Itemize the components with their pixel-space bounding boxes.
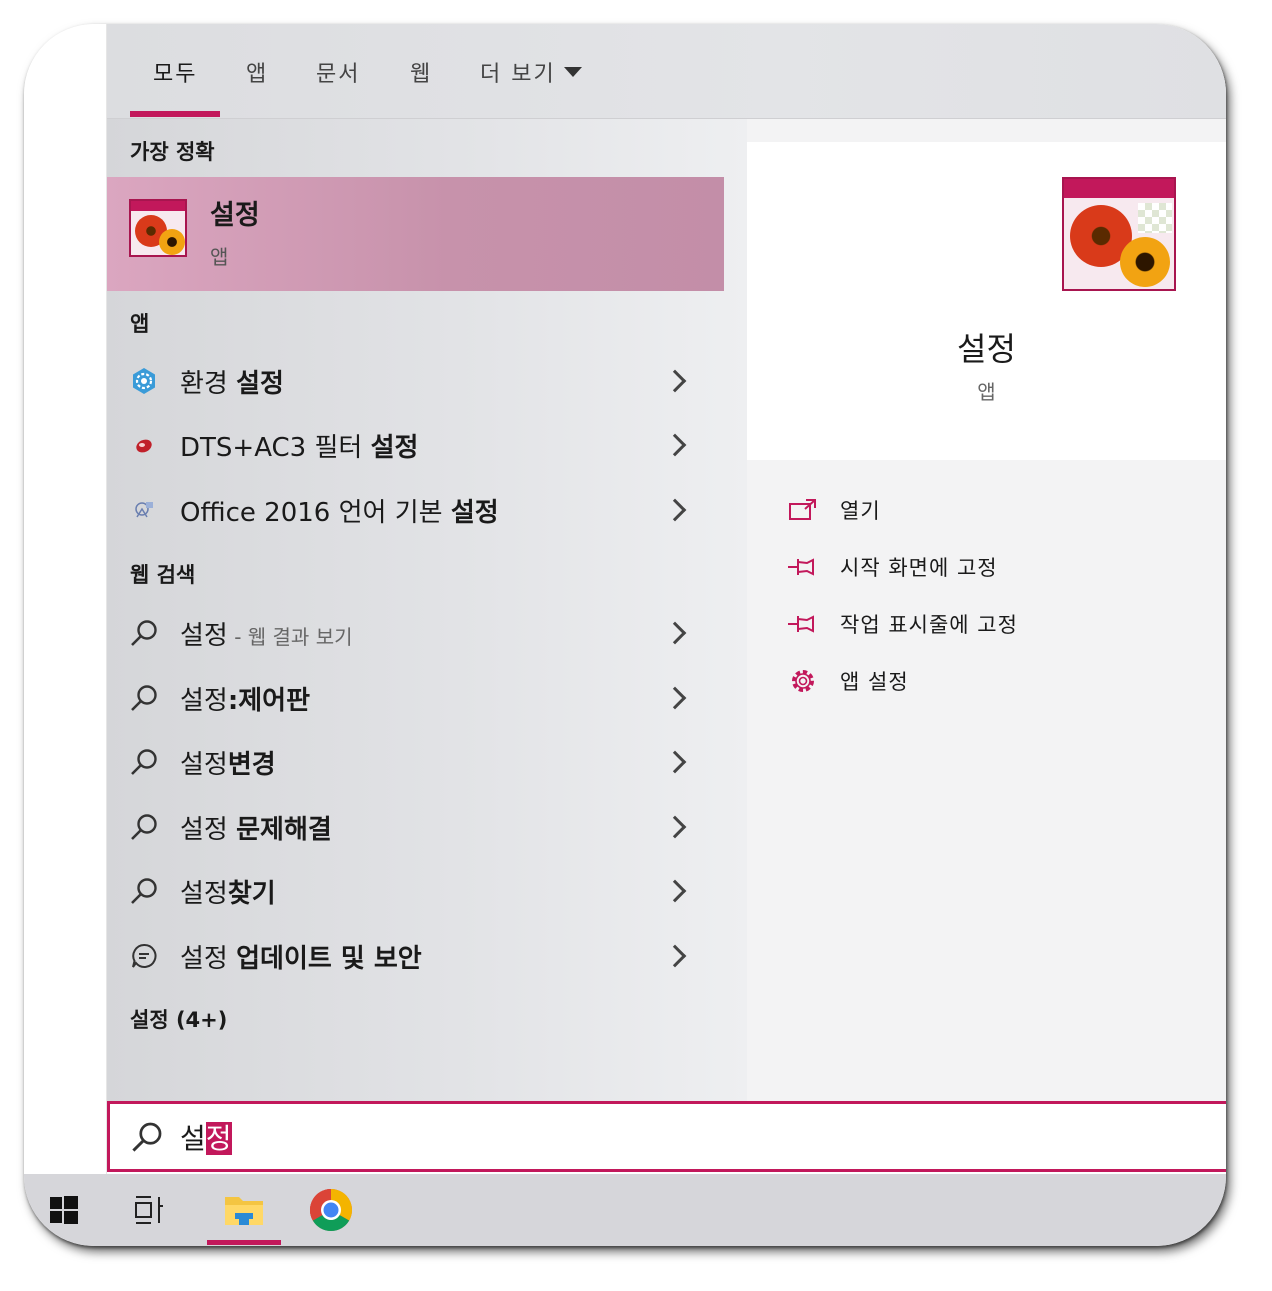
web-result-control-panel[interactable]: 설정:제어판 [107,668,724,728]
open-icon [786,495,820,525]
task-view-button[interactable] [120,1182,180,1238]
action-open[interactable]: 열기 [786,490,881,530]
settings-result-update-security[interactable]: 설정 업데이트 및 보안 [107,926,724,986]
active-app-indicator [207,1240,281,1245]
web-result-find[interactable]: 설정찾기 [107,861,724,921]
search-composing-text: 정 [205,1122,232,1155]
tab-apps[interactable]: 앱 [246,56,268,88]
section-web-search: 웹 검색 [130,563,196,587]
web-result-label: 설정 [180,620,228,651]
web-result-match: 문제해결 [236,814,332,845]
preview-title: 설정 [957,330,1016,368]
search-icon [129,618,159,648]
file-explorer-button[interactable] [214,1182,274,1238]
taskbar [24,1174,1226,1246]
app-result-label: Office 2016 언어 기본 [180,497,451,528]
start-button[interactable] [34,1182,94,1238]
preview-subtitle: 앱 [977,380,996,404]
action-label: 앱 설정 [840,670,909,694]
action-pin-start[interactable]: 시작 화면에 고정 [786,547,998,587]
search-input[interactable]: 설정 [180,1117,232,1157]
web-result-view[interactable]: 설정 - 웹 결과 보기 [107,603,724,663]
web-result-troubleshoot[interactable]: 설정 문제해결 [107,797,724,857]
pin-icon [786,552,820,582]
chevron-right-icon[interactable] [663,433,687,457]
search-icon [129,812,159,842]
settings-result-match: 업데이트 및 보안 [236,943,422,974]
folder-icon [225,1197,263,1225]
best-match-item[interactable]: 설정 앱 [107,177,724,291]
web-result-match: :제어판 [227,685,311,716]
caret-down-icon [563,67,582,77]
section-best-match: 가장 정확 [130,140,215,164]
pin-icon [786,609,820,639]
chevron-right-icon[interactable] [663,686,687,710]
action-label: 시작 화면에 고정 [840,556,998,580]
app-result-match: 설정 [370,432,419,463]
chevron-right-icon[interactable] [663,498,687,522]
chevron-right-icon[interactable] [663,369,687,393]
search-box[interactable]: 설정 [107,1101,1226,1172]
web-result-match: 찾기 [227,878,276,909]
app-result-environment-settings[interactable]: 환경 설정 [107,351,724,411]
web-result-match: 변경 [227,749,276,780]
app-result-office-language[interactable]: Office 2016 언어 기본 설정 [107,480,724,540]
app-result-match: 설정 [236,368,284,399]
chevron-right-icon[interactable] [663,621,687,645]
search-icon [130,1120,164,1154]
settings-app-icon-large [1062,177,1176,291]
chat-bubble-icon [129,941,159,971]
search-icon [129,683,159,713]
tab-documents[interactable]: 문서 [316,56,360,88]
search-typed-text: 설 [180,1122,206,1155]
section-apps: 앱 [130,312,150,336]
chevron-right-icon[interactable] [663,879,687,903]
web-result-label: 설정 [180,749,228,780]
office-language-icon [129,495,159,525]
action-label: 열기 [840,499,881,523]
filter-tabs: 모두 앱 문서 웹 더 보기 [107,24,1226,119]
web-result-label: 설정 [180,878,228,909]
search-icon [129,747,159,777]
action-app-settings[interactable]: 앱 설정 [786,661,909,701]
chrome-button[interactable] [301,1182,361,1238]
chrome-icon [309,1189,353,1232]
section-settings-count[interactable]: 설정 (4+) [130,1004,227,1034]
app-result-label: DTS+AC3 필터 [180,432,371,463]
chevron-right-icon[interactable] [663,750,687,774]
web-result-label: 설정 [180,685,228,716]
tab-web[interactable]: 웹 [410,56,432,88]
chevron-right-icon[interactable] [663,815,687,839]
task-view-icon [135,1196,163,1224]
screenshot-frame: 모두 앱 문서 웹 더 보기 가장 정확 설정 앱 앱 환경 설정 DTS+AC… [24,24,1226,1246]
settings-result-label: 설정 [180,943,237,974]
search-icon [129,876,159,906]
filter-red-icon [129,430,159,460]
preview-card [747,142,1226,460]
action-label: 작업 표시줄에 고정 [840,613,1018,637]
tab-all[interactable]: 모두 [153,56,197,88]
desktop-background [24,24,107,1174]
best-match-title: 설정 [210,200,260,231]
app-result-match: 설정 [450,497,499,528]
best-match-subtitle: 앱 [210,245,229,269]
gear-blue-icon [129,366,159,396]
settings-app-icon [129,199,187,257]
action-pin-taskbar[interactable]: 작업 표시줄에 고정 [786,604,1018,644]
tab-more[interactable]: 더 보기 [480,56,582,88]
gear-icon [786,666,820,696]
active-tab-indicator [130,111,220,117]
chevron-right-icon[interactable] [663,944,687,968]
app-result-label: 환경 [180,368,237,399]
web-result-suffix: - 웹 결과 보기 [227,624,353,649]
tab-more-label: 더 보기 [480,62,556,87]
app-result-dts-filter[interactable]: DTS+AC3 필터 설정 [107,415,724,475]
web-result-change[interactable]: 설정변경 [107,732,724,792]
web-result-label: 설정 [180,814,237,845]
windows-logo-icon [50,1196,78,1224]
